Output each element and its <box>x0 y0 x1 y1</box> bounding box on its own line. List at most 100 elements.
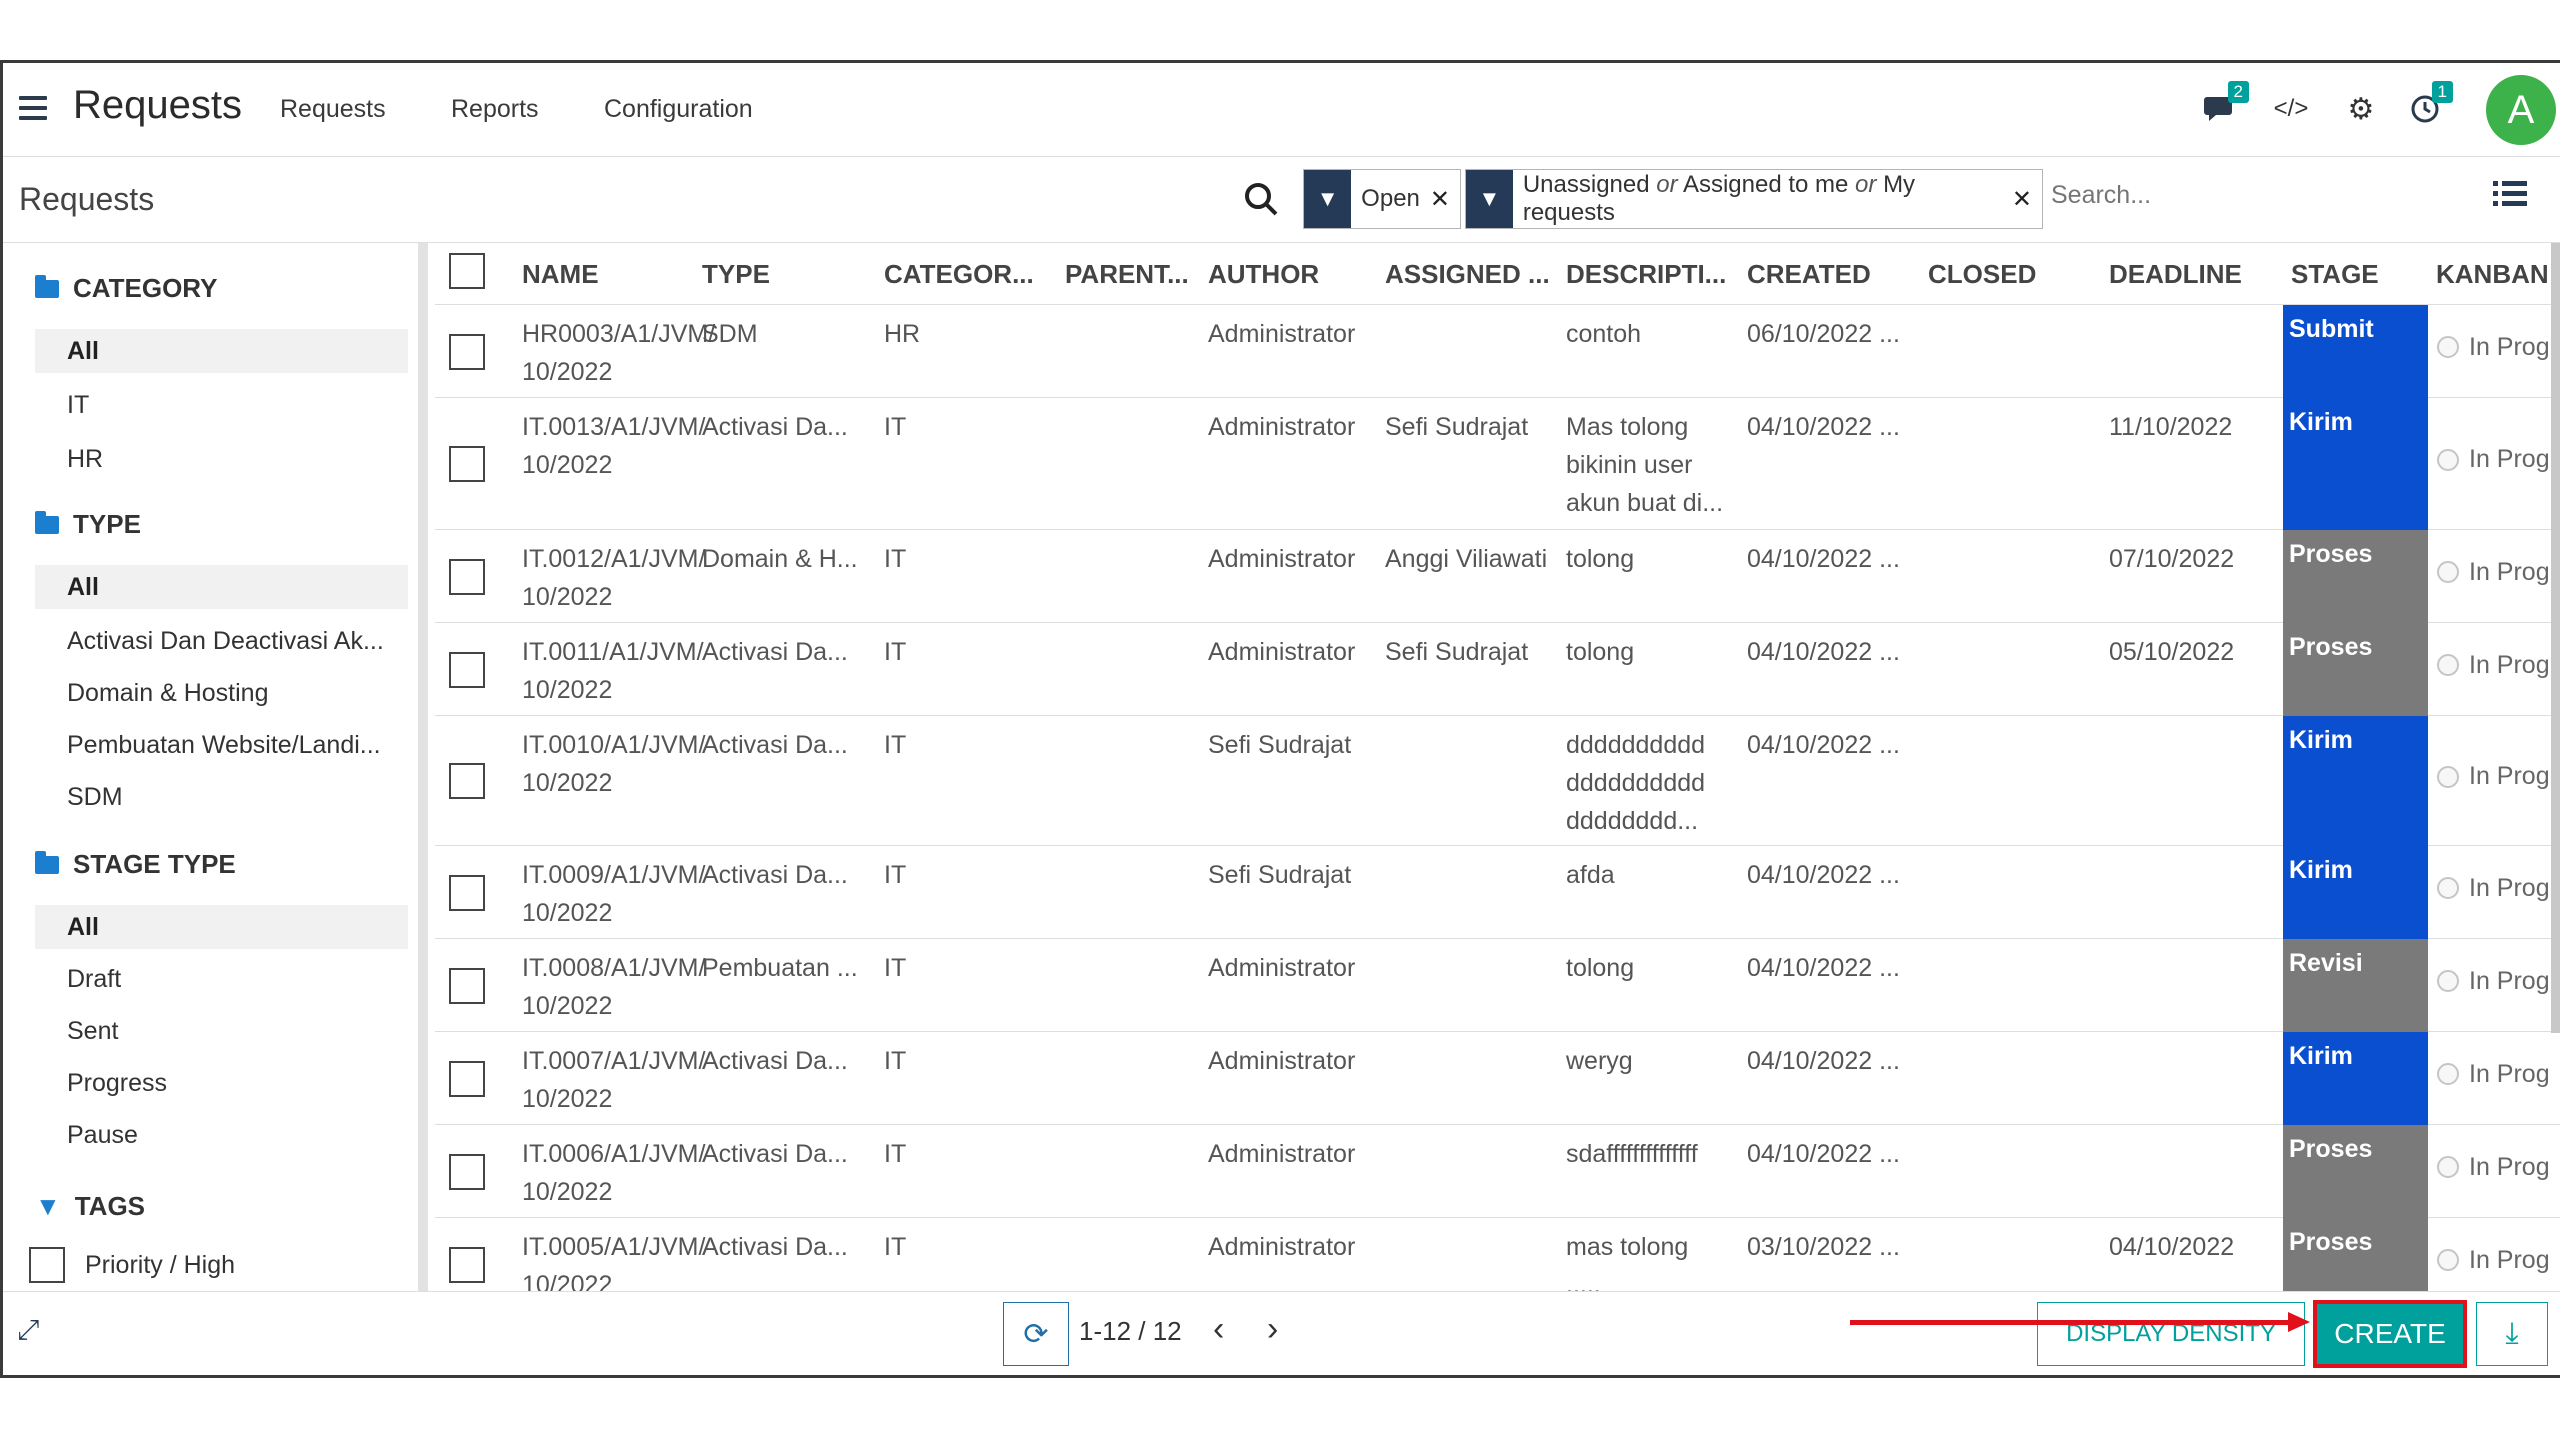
row-checkbox[interactable] <box>449 1246 485 1283</box>
kanban-state-radio[interactable] <box>2437 654 2459 676</box>
cell-kanban[interactable]: In Prog <box>2437 1153 2550 1182</box>
cell-description: mas tolong..... <box>1566 1233 1689 1291</box>
kanban-state-radio[interactable] <box>2437 877 2459 899</box>
chat-icon[interactable]: 2 <box>2199 81 2249 131</box>
kanban-state-radio[interactable] <box>2437 336 2459 358</box>
facet-assignment[interactable]: ▼ Unassigned or Assigned to me or My req… <box>1465 169 2043 229</box>
cell-kanban[interactable]: In Prog <box>2437 1060 2550 1089</box>
display-density-button[interactable]: DISPLAY DENSITY <box>2037 1302 2305 1366</box>
table-row[interactable]: IT.0007/A1/JVM/10/2022 Activasi Da... IT Ad… <box>435 1032 2560 1125</box>
column-header-created[interactable]: CREATED <box>1747 259 1871 290</box>
select-all-checkbox[interactable] <box>449 253 485 289</box>
cell-created: 06/10/2022 ... <box>1747 320 1900 348</box>
category-item-it[interactable]: IT <box>35 383 408 427</box>
column-header-parent[interactable]: PARENT... <box>1065 259 1189 290</box>
column-header-description[interactable]: DESCRIPTI... <box>1566 259 1726 290</box>
type-item-pembuatan[interactable]: Pembuatan Website/Landi... <box>35 723 408 767</box>
column-header-type[interactable]: TYPE <box>702 259 770 290</box>
download-icon[interactable]: ⤓ <box>2476 1302 2548 1366</box>
category-section-title: CATEGORY <box>35 273 217 304</box>
list-view-icon[interactable] <box>2493 179 2527 218</box>
table-row[interactable]: IT.0011/A1/JVM/10/2022 Activasi Da... IT Ad… <box>435 623 2560 716</box>
code-icon[interactable]: </> <box>2269 87 2313 131</box>
hamburger-menu-icon[interactable] <box>19 96 47 120</box>
kanban-state-radio[interactable] <box>2437 561 2459 583</box>
table-row[interactable]: IT.0008/A1/JVM/10/2022 Pembuatan ... IT Adm… <box>435 939 2560 1032</box>
cell-kanban[interactable]: In Prog <box>2437 445 2550 474</box>
cell-kanban[interactable]: In Prog <box>2437 967 2550 996</box>
kanban-state-radio[interactable] <box>2437 1156 2459 1178</box>
stage-type-item-draft[interactable]: Draft <box>35 957 408 1001</box>
type-item-activasi[interactable]: Activasi Dan Deactivasi Ak... <box>35 619 408 663</box>
table-row[interactable]: IT.0005/A1/JVM/10/2022 Activasi Da... IT Ad… <box>435 1218 2560 1291</box>
cell-category: IT <box>884 954 907 982</box>
table-row[interactable]: IT.0013/A1/JVM/10/2022 Activasi Da... IT Ad… <box>435 398 2560 530</box>
reload-button[interactable]: ⟳ <box>1003 1302 1069 1366</box>
row-checkbox[interactable] <box>449 333 485 370</box>
cell-category: IT <box>884 1140 907 1168</box>
row-checkbox[interactable] <box>449 967 485 1004</box>
column-header-category[interactable]: CATEGOR... <box>884 259 1034 290</box>
cell-type: Activasi Da... <box>702 861 848 889</box>
row-checkbox[interactable] <box>449 651 485 688</box>
facet-assignment-close-icon[interactable]: ✕ <box>2012 185 2042 214</box>
category-item-hr[interactable]: HR <box>35 437 408 481</box>
facet-open-close-icon[interactable]: ✕ <box>1430 185 1460 214</box>
table-row[interactable]: IT.0010/A1/JVM/10/2022 Activasi Da... IT Se… <box>435 716 2560 846</box>
cell-kanban[interactable]: In Prog <box>2437 762 2550 791</box>
facet-open[interactable]: ▼ Open ✕ <box>1303 169 1461 229</box>
row-checkbox[interactable] <box>449 558 485 595</box>
cell-kanban[interactable]: In Prog <box>2437 558 2550 587</box>
kanban-state-radio[interactable] <box>2437 1249 2459 1271</box>
cell-kanban[interactable]: In Prog <box>2437 333 2550 362</box>
stage-type-section-title: STAGE TYPE <box>35 849 236 880</box>
cell-kanban[interactable]: In Prog <box>2437 651 2550 680</box>
gear-icon[interactable]: ⚙ <box>2339 87 2383 131</box>
column-header-assigned[interactable]: ASSIGNED ... <box>1385 259 1550 290</box>
kanban-state-radio[interactable] <box>2437 765 2459 788</box>
clock-icon[interactable]: 1 <box>2403 81 2453 131</box>
type-item-sdm[interactable]: SDM <box>35 775 408 819</box>
row-checkbox[interactable] <box>449 446 485 482</box>
list-scrollbar[interactable] <box>2551 243 2560 1033</box>
table-row[interactable]: HR0003/A1/JVM/10/2022 SDM HR Administrator c… <box>435 305 2560 398</box>
stage-type-item-pause[interactable]: Pause <box>35 1113 408 1157</box>
stage-type-item-progress[interactable]: Progress <box>35 1061 408 1105</box>
column-header-closed[interactable]: CLOSED <box>1928 259 2036 290</box>
cell-kanban[interactable]: In Prog <box>2437 1246 2550 1275</box>
pager-value[interactable]: 1-12 / 12 <box>1079 1316 1182 1347</box>
column-header-deadline[interactable]: DEADLINE <box>2109 259 2242 290</box>
nav-menu-configuration[interactable]: Configuration <box>604 95 753 124</box>
table-row[interactable]: IT.0012/A1/JVM/10/2022 Domain & H... IT Adm… <box>435 530 2560 623</box>
pager-next-icon[interactable]: › <box>1267 1310 1278 1349</box>
row-checkbox[interactable] <box>449 1153 485 1190</box>
nav-menu-reports[interactable]: Reports <box>451 95 539 124</box>
pager-previous-icon[interactable]: ‹ <box>1213 1310 1224 1349</box>
search-icon[interactable] <box>1243 181 1279 226</box>
column-header-kanban[interactable]: KANBAN <box>2436 259 2549 290</box>
stage-type-item-sent[interactable]: Sent <box>35 1009 408 1053</box>
column-header-name[interactable]: NAME <box>522 259 599 290</box>
create-button[interactable]: CREATE <box>2313 1300 2467 1368</box>
cell-kanban[interactable]: In Prog <box>2437 874 2550 903</box>
table-row[interactable]: IT.0006/A1/JVM/10/2022 Activasi Da... IT Ad… <box>435 1125 2560 1218</box>
type-item-domain[interactable]: Domain & Hosting <box>35 671 408 715</box>
kanban-state-radio[interactable] <box>2437 1063 2459 1085</box>
kanban-state-radio[interactable] <box>2437 970 2459 992</box>
stage-type-item-all[interactable]: All <box>35 905 408 949</box>
user-avatar[interactable]: A <box>2486 75 2556 145</box>
kanban-state-radio[interactable] <box>2437 448 2459 471</box>
tag-item-priority-high[interactable]: Priority / High <box>29 1247 235 1283</box>
nav-menu-requests[interactable]: Requests <box>280 95 386 124</box>
column-header-author[interactable]: AUTHOR <box>1208 259 1319 290</box>
tag-checkbox[interactable] <box>29 1247 65 1283</box>
row-checkbox[interactable] <box>449 874 485 911</box>
type-item-all[interactable]: All <box>35 565 408 609</box>
expand-icon[interactable]: ⤢ <box>17 1314 39 1347</box>
row-checkbox[interactable] <box>449 1060 485 1097</box>
table-row[interactable]: IT.0009/A1/JVM/10/2022 Activasi Da... IT Se… <box>435 846 2560 939</box>
category-item-all[interactable]: All <box>35 329 408 373</box>
row-checkbox[interactable] <box>449 763 485 799</box>
column-header-stage[interactable]: STAGE <box>2291 259 2379 290</box>
search-input[interactable] <box>2051 181 2351 210</box>
